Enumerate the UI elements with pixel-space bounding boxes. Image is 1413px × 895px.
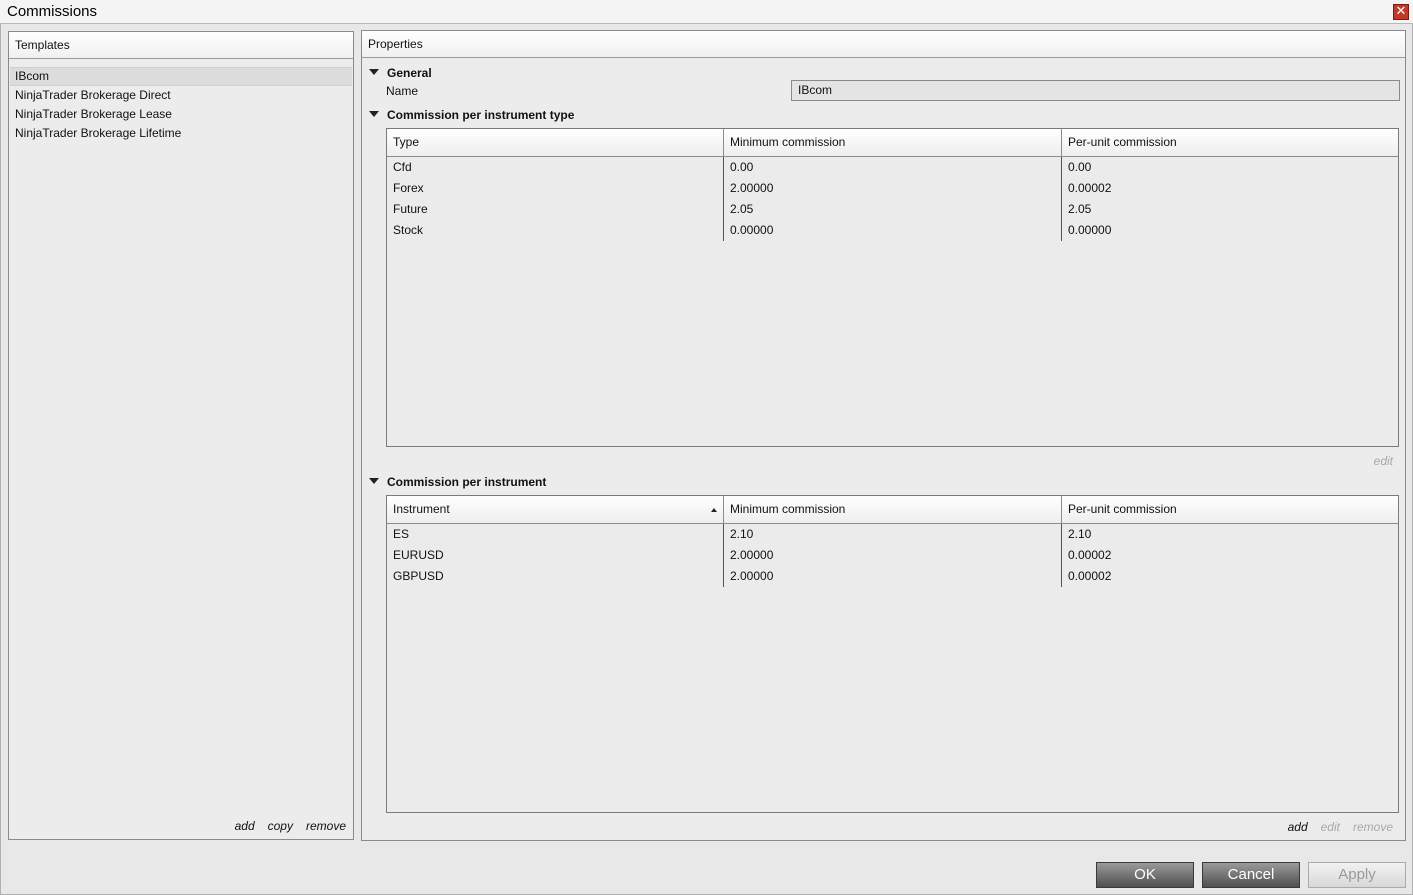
per-unit-cell: 0.00002 <box>1068 569 1112 583</box>
template-item-ibcom[interactable]: IBcom <box>10 67 352 86</box>
per-instrument-section-title: Commission per instrument <box>387 475 547 489</box>
name-label: Name <box>386 84 419 98</box>
template-item-brokerage-direct[interactable]: NinjaTrader Brokerage Direct <box>10 86 352 105</box>
column-header-per-unit[interactable]: Per-unit commission <box>1062 129 1398 156</box>
remove-template-link[interactable]: remove <box>306 819 346 833</box>
properties-header: Properties <box>362 31 1405 58</box>
edit-instrument-link[interactable]: edit <box>1321 820 1340 834</box>
title-bar: Commissions ✕ <box>0 0 1413 24</box>
instrument-cell: ES <box>393 527 410 541</box>
column-header-instrument[interactable]: Instrument <box>387 496 724 523</box>
template-item-brokerage-lease[interactable]: NinjaTrader Brokerage Lease <box>10 105 352 124</box>
collapse-triangle-icon <box>369 111 379 117</box>
per-unit-cell: 0.00002 <box>1068 181 1112 195</box>
table-row[interactable]: Stock 0.00000 0.00000 <box>387 220 1398 241</box>
close-icon[interactable]: ✕ <box>1393 4 1409 20</box>
min-commission-cell: 2.05 <box>730 202 754 216</box>
templates-header: Templates <box>9 32 353 59</box>
sort-ascending-icon <box>711 508 717 512</box>
templates-panel: Templates IBcom NinjaTrader Brokerage Di… <box>8 31 354 840</box>
column-header-min-commission[interactable]: Minimum commission <box>724 496 1062 523</box>
per-type-section-toggle[interactable]: Commission per instrument type <box>369 108 574 122</box>
instrument-cell: EURUSD <box>393 548 444 562</box>
type-cell: Forex <box>393 181 424 195</box>
add-instrument-link[interactable]: add <box>1288 820 1308 834</box>
min-commission-cell: 0.00 <box>730 160 754 174</box>
per-instrument-grid: Instrument Minimum commission Per-unit c… <box>386 495 1399 813</box>
min-commission-cell: 2.00000 <box>730 181 774 195</box>
min-commission-cell: 2.00000 <box>730 569 774 583</box>
copy-template-link[interactable]: copy <box>268 819 293 833</box>
per-unit-cell: 0.00000 <box>1068 223 1112 237</box>
properties-panel: Properties General Name IBcom Commission… <box>361 30 1406 841</box>
per-unit-cell: 2.10 <box>1068 527 1092 541</box>
per-instrument-grid-body: ES 2.10 2.10 EURUSD 2.00000 0.00002 GBPU… <box>387 524 1398 587</box>
ok-button[interactable]: OK <box>1096 862 1194 888</box>
table-row[interactable]: Cfd 0.00 0.00 <box>387 157 1398 178</box>
table-row[interactable]: Forex 2.00000 0.00002 <box>387 178 1398 199</box>
templates-list: IBcom NinjaTrader Brokerage Direct Ninja… <box>10 67 352 143</box>
per-type-section-title: Commission per instrument type <box>387 108 575 122</box>
per-type-grid-body: Cfd 0.00 0.00 Forex 2.00000 0.00002 Futu… <box>387 157 1398 241</box>
table-row[interactable]: GBPUSD 2.00000 0.00002 <box>387 566 1398 587</box>
per-instrument-grid-header: Instrument Minimum commission Per-unit c… <box>387 496 1398 524</box>
table-row[interactable]: EURUSD 2.00000 0.00002 <box>387 545 1398 566</box>
remove-instrument-link[interactable]: remove <box>1353 820 1393 834</box>
template-item-brokerage-lifetime[interactable]: NinjaTrader Brokerage Lifetime <box>10 124 352 143</box>
cancel-button[interactable]: Cancel <box>1202 862 1300 888</box>
edit-type-link[interactable]: edit <box>1374 454 1393 468</box>
per-type-grid-header: Type Minimum commission Per-unit commiss… <box>387 129 1398 157</box>
templates-actions: add copy remove <box>222 819 346 833</box>
column-header-instrument-label: Instrument <box>393 502 450 516</box>
per-unit-cell: 2.05 <box>1068 202 1092 216</box>
general-section-title: General <box>387 66 432 80</box>
min-commission-cell: 0.00000 <box>730 223 774 237</box>
per-instrument-section-toggle[interactable]: Commission per instrument <box>369 475 546 489</box>
column-header-type[interactable]: Type <box>387 129 724 156</box>
per-unit-cell: 0.00002 <box>1068 548 1112 562</box>
type-cell: Future <box>393 202 428 216</box>
per-type-grid: Type Minimum commission Per-unit commiss… <box>386 128 1399 447</box>
column-header-per-unit[interactable]: Per-unit commission <box>1062 496 1398 523</box>
type-cell: Stock <box>393 223 424 237</box>
name-field[interactable]: IBcom <box>791 80 1400 101</box>
collapse-triangle-icon <box>369 478 379 484</box>
per-unit-cell: 0.00 <box>1068 160 1092 174</box>
collapse-triangle-icon <box>369 69 379 75</box>
add-template-link[interactable]: add <box>235 819 255 833</box>
column-header-min-commission[interactable]: Minimum commission <box>724 129 1062 156</box>
apply-button[interactable]: Apply <box>1308 862 1406 888</box>
min-commission-cell: 2.10 <box>730 527 754 541</box>
type-cell: Cfd <box>393 160 412 174</box>
min-commission-cell: 2.00000 <box>730 548 774 562</box>
general-section-toggle[interactable]: General <box>369 66 432 80</box>
instrument-actions: add edit remove <box>1275 820 1393 834</box>
table-row[interactable]: ES 2.10 2.10 <box>387 524 1398 545</box>
table-row[interactable]: Future 2.05 2.05 <box>387 199 1398 220</box>
window-title: Commissions <box>7 3 98 20</box>
instrument-cell: GBPUSD <box>393 569 444 583</box>
